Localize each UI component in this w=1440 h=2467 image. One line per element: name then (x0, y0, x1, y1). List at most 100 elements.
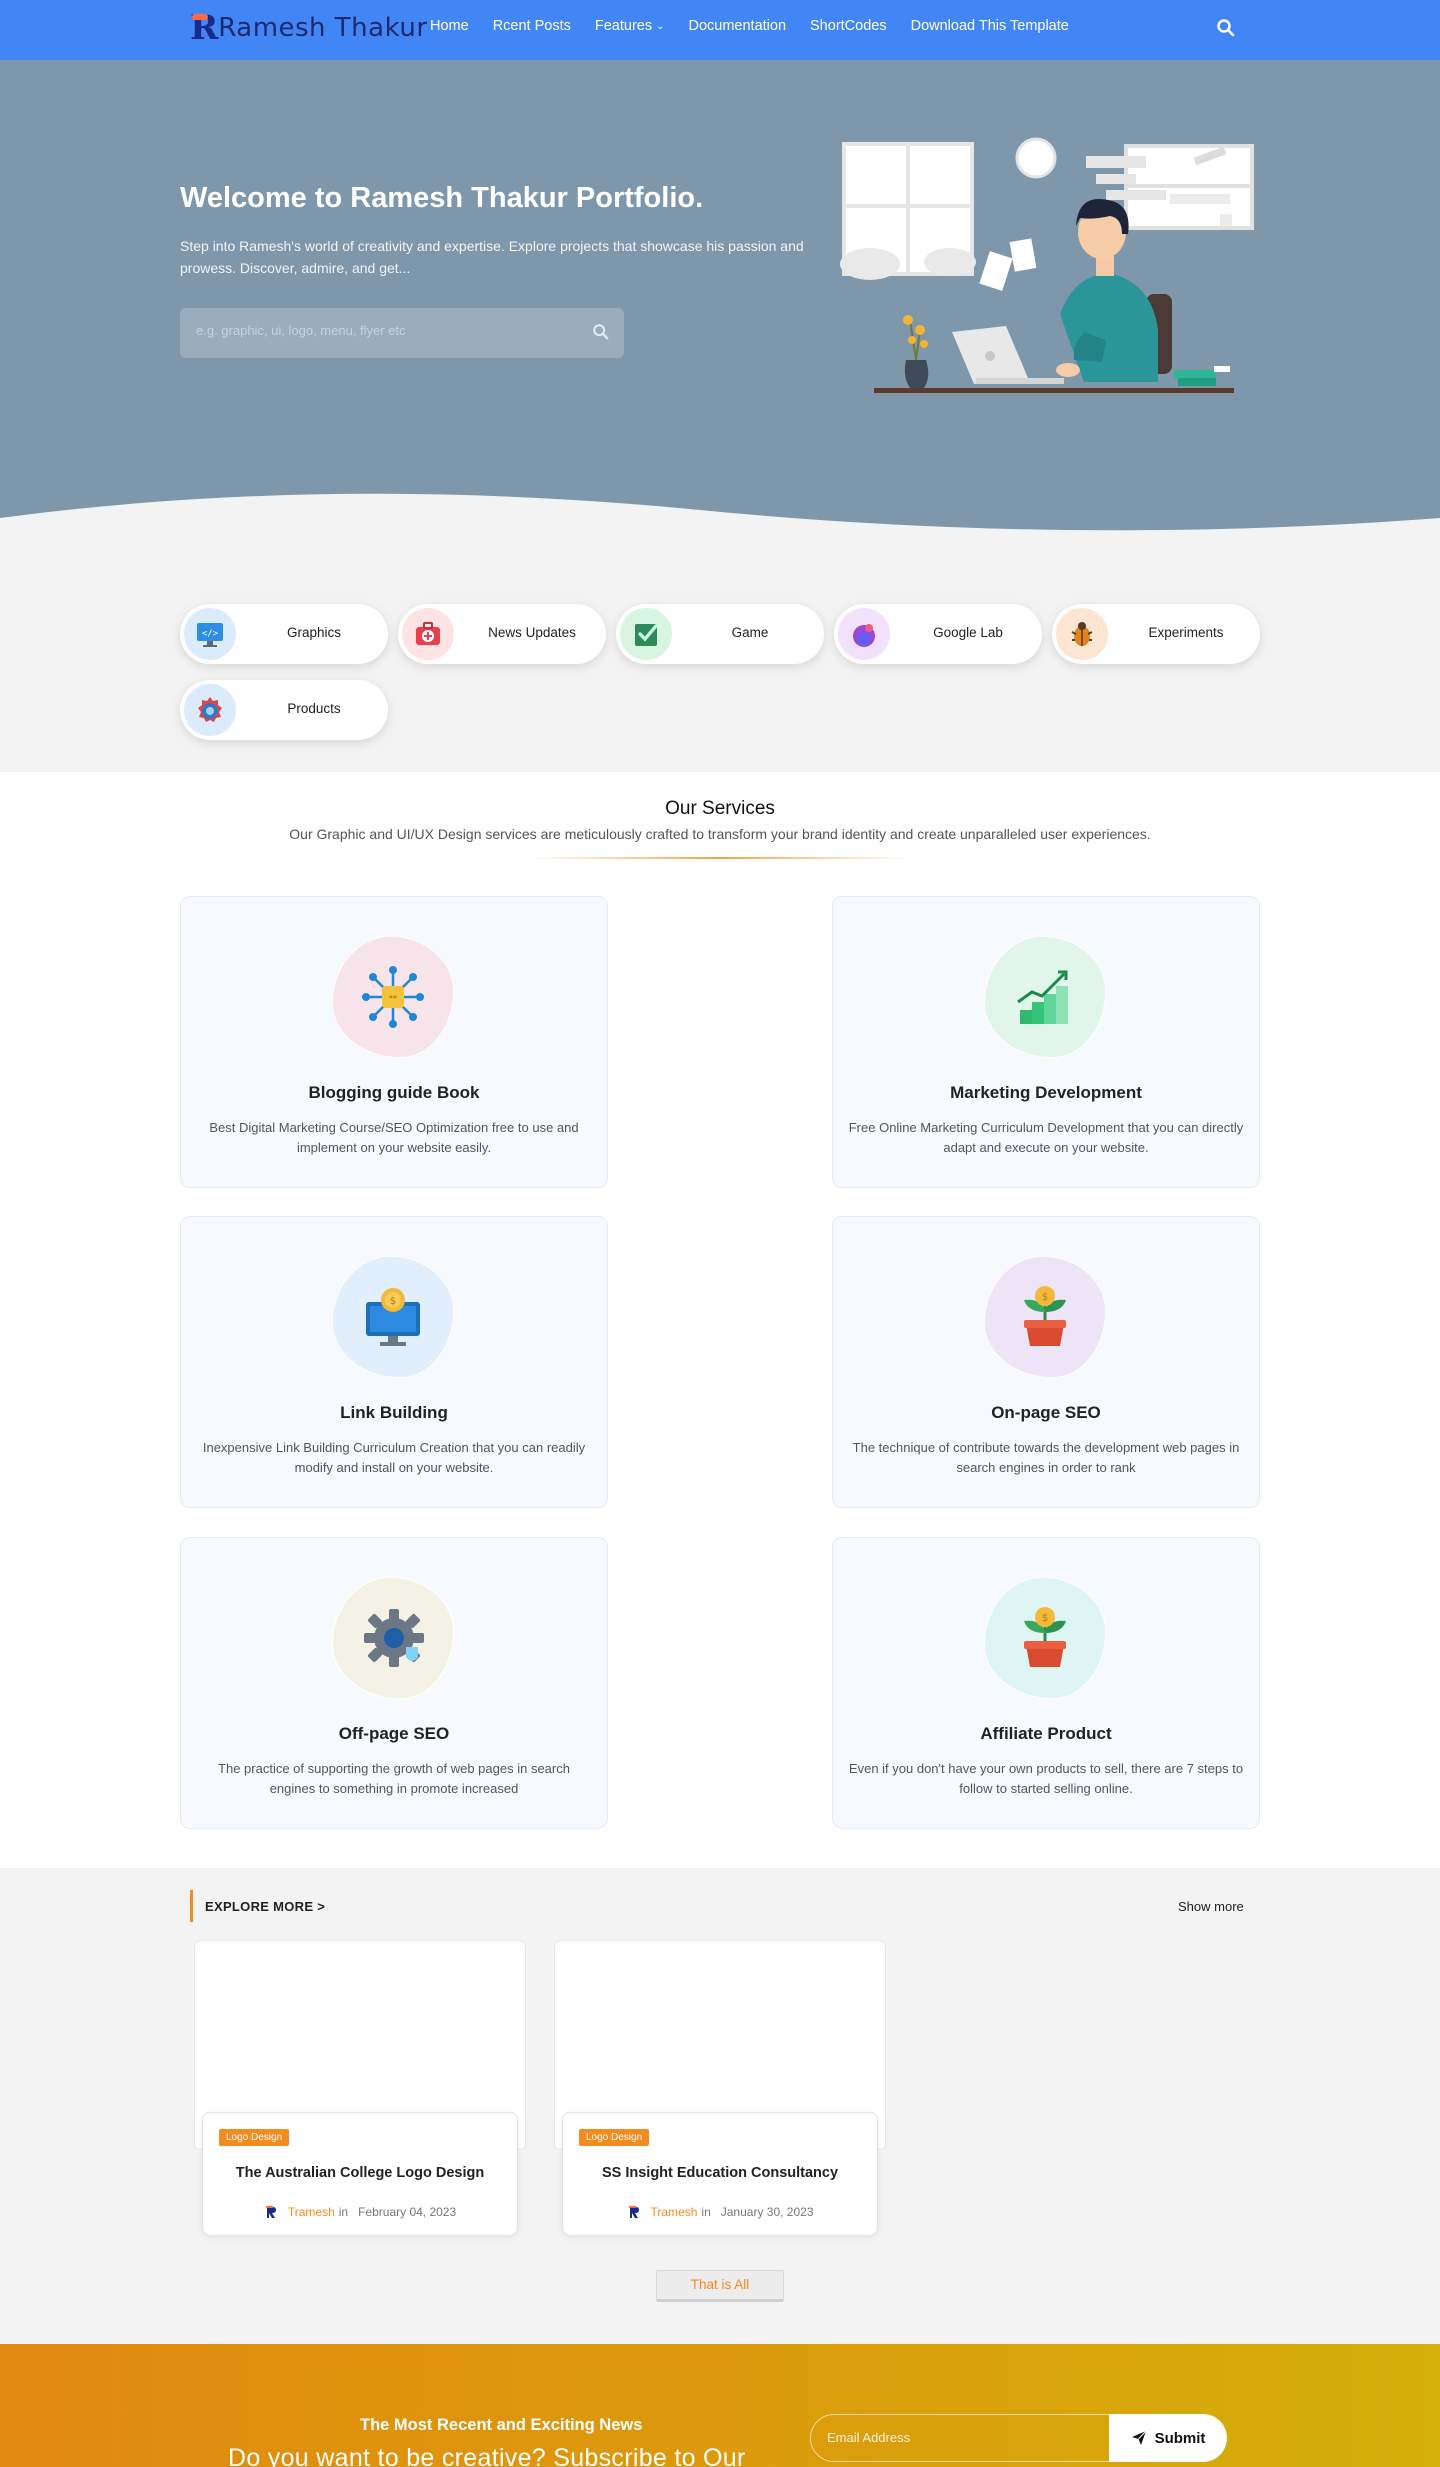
service-card[interactable]: $ Affiliate Product Even if you don't ha… (832, 1537, 1260, 1829)
nav-documentation[interactable]: Documentation (688, 18, 786, 34)
logo-mark: R (190, 8, 219, 48)
money-plant-icon: $ (983, 1576, 1107, 1700)
category-label: Game (731, 625, 769, 640)
category-label: Graphics (286, 625, 342, 640)
newsletter-kicker: The Most Recent and Exciting News (360, 2416, 643, 2434)
svg-text:$: $ (1042, 1613, 1048, 1624)
submit-button[interactable]: Submit (1109, 2414, 1227, 2462)
nav-features-label: Features (594, 18, 653, 34)
service-title: Affiliate Product (980, 1724, 1112, 1743)
nav-shortcodes[interactable]: ShortCodes (810, 18, 887, 34)
newsletter-headline: Do you want to be creative? Subscribe to… (228, 2444, 746, 2467)
post-card[interactable]: Logo Design SS Insight Education Consult… (554, 1940, 886, 2236)
search-icon[interactable] (592, 323, 610, 341)
service-description: The practice of supporting the growth of… (218, 1761, 570, 1796)
hero-search-input[interactable] (196, 323, 576, 338)
section-accent-bar (190, 1890, 193, 1922)
service-card[interactable]: $ On-page SEO The technique of contribut… (832, 1216, 1260, 1508)
search-icon[interactable] (1216, 18, 1236, 38)
post-byline: Tramesh in February 04, 2023 (203, 2205, 517, 2219)
post-byline: Tramesh in January 30, 2023 (563, 2205, 877, 2219)
explore-title[interactable]: EXPLORE MORE > (205, 1899, 325, 1914)
explore-section: EXPLORE MORE > Show more Logo Design The… (0, 1868, 1440, 2344)
service-card[interactable]: $ Link Building Inexpensive Link Buildin… (180, 1216, 608, 1508)
checkbox-icon (620, 608, 672, 660)
post-author[interactable]: Tramesh (288, 2205, 335, 2219)
post-meta: Logo Design SS Insight Education Consult… (562, 2112, 878, 2236)
service-description: Even if you don't have your own products… (848, 1761, 1244, 1796)
show-more-link[interactable]: Show more (1178, 1899, 1244, 1914)
services-title: Our Services (665, 798, 775, 819)
svg-text:**: ** (389, 994, 397, 1003)
category-label: Products (287, 701, 341, 716)
service-description: Inexpensive Link Building Curriculum Cre… (202, 1440, 586, 1475)
that-is-all-button[interactable]: That is All (656, 2270, 784, 2302)
services-subtitle: Our Graphic and UI/UX Design services ar… (289, 826, 1151, 842)
service-title: Marketing Development (950, 1083, 1142, 1102)
send-icon (1131, 2430, 1146, 2445)
post-meta: Logo Design The Australian College Logo … (202, 2112, 518, 2236)
gear-icon (331, 1576, 455, 1700)
category-chip-products[interactable]: Products (180, 680, 388, 740)
service-card[interactable]: Marketing Development Free Online Market… (832, 896, 1260, 1188)
nav-recent-posts[interactable]: Rcent Posts (493, 18, 571, 34)
main-menu: Home Rcent Posts Features ⌄ Documentation… (430, 18, 1093, 34)
service-card[interactable]: Off-page SEO The practice of supporting … (180, 1537, 608, 1829)
post-tag[interactable]: Logo Design (219, 2129, 290, 2146)
author-avatar-icon (628, 2206, 639, 2218)
newsletter-form: Submit (810, 2414, 1227, 2462)
monitor-code-icon: </> (184, 608, 236, 660)
post-title[interactable]: The Australian College Logo Design (203, 2165, 517, 2181)
category-chip-graphics[interactable]: </> Graphics (180, 604, 388, 664)
email-field[interactable] (827, 2430, 1087, 2445)
service-title: On-page SEO (991, 1403, 1101, 1422)
hero-wave-divider (0, 493, 1440, 560)
post-in: in (701, 2205, 711, 2219)
svg-text:</>: </> (202, 629, 219, 639)
hero-illustration (840, 137, 1254, 393)
category-label: News Updates (488, 625, 576, 640)
first-aid-kit-icon (402, 608, 454, 660)
category-chip-news-updates[interactable]: News Updates (398, 604, 606, 664)
chevron-down-icon: ⌄ (656, 20, 665, 32)
category-chip-experiments[interactable]: Experiments (1052, 604, 1260, 664)
hero-description: Step into Ramesh's world of creativity a… (180, 238, 804, 276)
post-tag[interactable]: Logo Design (579, 2129, 650, 2146)
hero-title: Welcome to Ramesh Thakur Portfolio. (180, 182, 704, 214)
author-avatar-icon (265, 2206, 276, 2218)
site-logo[interactable]: R Ramesh Thakur (190, 8, 428, 48)
post-author[interactable]: Tramesh (651, 2205, 698, 2219)
svg-text:$: $ (1042, 1292, 1048, 1303)
post-title[interactable]: SS Insight Education Consultancy (563, 2165, 877, 2181)
nav-download-template[interactable]: Download This Template (911, 18, 1069, 34)
flask-icon (838, 608, 890, 660)
service-card[interactable]: ** Blogging guide Book Best Digital Mark… (180, 896, 608, 1188)
category-label: Experiments (1148, 625, 1224, 640)
site-name: Ramesh Thakur (218, 13, 428, 43)
category-chip-game[interactable]: Game (616, 604, 824, 664)
network-icon: ** (331, 935, 455, 1059)
category-label: Google Lab (933, 625, 1003, 640)
post-in: in (338, 2205, 349, 2219)
post-date: February 04, 2023 (358, 2205, 457, 2219)
svg-text:$: $ (390, 1296, 396, 1307)
nav-home[interactable]: Home (430, 18, 469, 34)
top-navbar: R Ramesh Thakur Home Rcent Posts Feature… (0, 0, 1440, 60)
submit-label: Submit (1154, 2429, 1206, 2447)
nav-features[interactable]: Features ⌄ (595, 18, 665, 34)
bug-icon (1056, 608, 1108, 660)
post-date: January 30, 2023 (720, 2205, 814, 2219)
service-description: Free Online Marketing Curriculum Develop… (848, 1120, 1244, 1155)
services-section: Our Services Our Graphic and UI/UX Desig… (0, 772, 1440, 1868)
service-description: Best Digital Marketing Course/SEO Optimi… (209, 1120, 579, 1155)
money-plant-icon: $ (983, 1255, 1107, 1379)
section-divider (530, 857, 910, 859)
post-card[interactable]: Logo Design The Australian College Logo … (194, 1940, 526, 2236)
category-chip-google-lab[interactable]: Google Lab (834, 604, 1042, 664)
hero-section: Welcome to Ramesh Thakur Portfolio. Step… (0, 60, 1440, 560)
monitor-coin-icon: $ (331, 1255, 455, 1379)
service-title: Off-page SEO (338, 1724, 450, 1743)
service-description: The technique of contribute towards the … (852, 1440, 1240, 1475)
newsletter-section: The Most Recent and Exciting News Do you… (0, 2344, 1440, 2467)
badge-icon (184, 684, 236, 736)
